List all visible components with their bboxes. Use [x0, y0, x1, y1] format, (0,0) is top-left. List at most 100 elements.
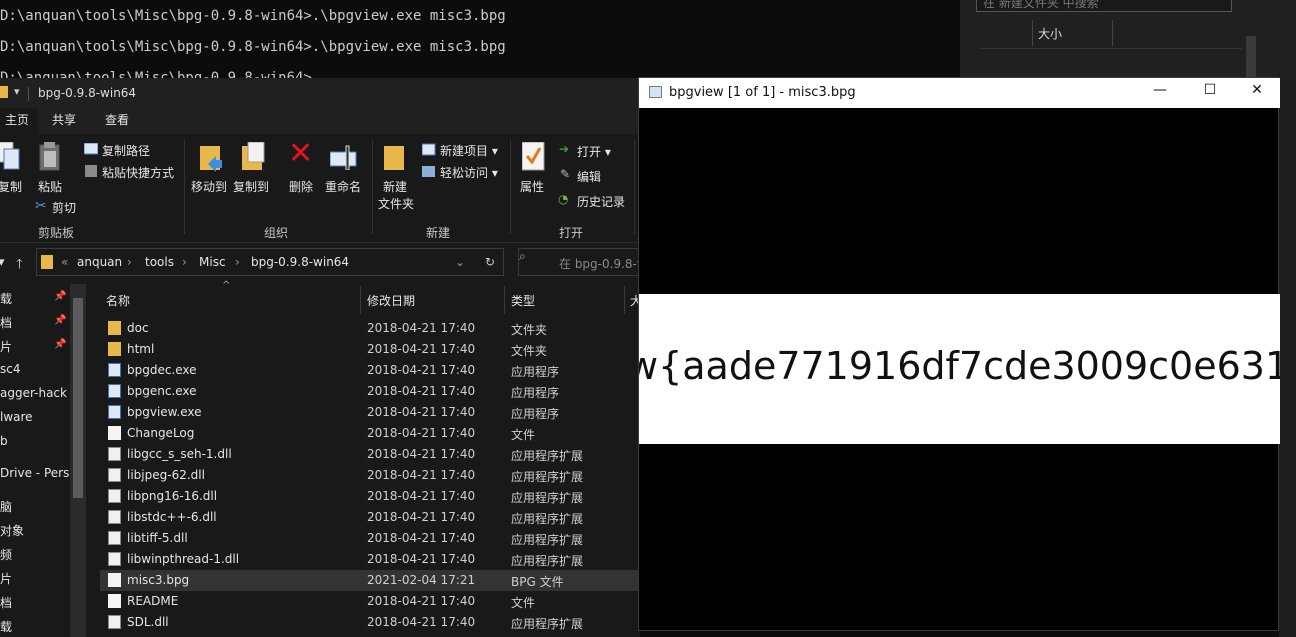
column-separator[interactable] [360, 286, 361, 314]
file-date: 2018-04-21 17:40 [367, 489, 476, 503]
up-arrow-icon[interactable]: 🡑 [16, 255, 23, 277]
background-search-input[interactable]: 在 新建文件夹 中搜索 [976, 0, 1232, 12]
paste-button[interactable]: 粘贴 [38, 178, 62, 195]
file-type: 应用程序扩展 [511, 554, 584, 568]
sidebar-item[interactable]: 载 [0, 290, 12, 307]
search-input[interactable]: ⌕ 在 bpg-0.9.8-win64 中搜索 [518, 248, 713, 276]
scissors-icon: ✂ [35, 198, 47, 214]
file-date: 2018-04-21 17:40 [367, 531, 476, 545]
file-row[interactable]: libpng16-16.dll 2018-04-21 17:40 应用程序扩展 [100, 486, 640, 507]
sidebar-item[interactable]: b [0, 434, 8, 448]
chevron-down-icon[interactable]: ⌄ [455, 255, 465, 269]
copy-button[interactable]: 复制 [0, 178, 22, 195]
chevron-right-icon[interactable]: › [235, 255, 240, 269]
file-row[interactable]: ChangeLog 2018-04-21 17:40 文件 [100, 423, 640, 444]
file-row[interactable]: libwinpthread-1.dll 2018-04-21 17:40 应用程… [100, 549, 640, 570]
column-separator[interactable] [624, 286, 625, 314]
sidebar-item[interactable]: lware [0, 410, 33, 424]
column-type[interactable]: 类型 [511, 292, 535, 309]
edit-button[interactable]: 编辑 [577, 168, 601, 185]
file-type: 应用程序扩展 [511, 449, 584, 463]
file-name: ChangeLog [127, 426, 195, 440]
explorer-titlebar[interactable]: ▾ bpg-0.9.8-win64 [0, 78, 640, 108]
maximize-button[interactable]: ☐ [1195, 82, 1225, 98]
file-row[interactable]: SDL.dll 2018-04-21 17:40 应用程序扩展 [100, 612, 640, 633]
sidebar-item[interactable]: 载 [0, 618, 12, 635]
tab-home[interactable]: 主页 [0, 108, 38, 134]
file-row[interactable]: bpgview.exe 2018-04-21 17:40 应用程序 [100, 402, 640, 423]
pin-icon: 📌 [54, 339, 67, 350]
file-row[interactable]: libstdc++-6.dll 2018-04-21 17:40 应用程序扩展 [100, 507, 640, 528]
sidebar-item[interactable]: Drive - Perso [0, 466, 77, 480]
breadcrumb-item[interactable]: Misc [199, 255, 226, 269]
navigation-bar: ▾ 🡑 « anquan › tools › Misc › bpg-0.9.8-… [0, 248, 713, 278]
move-to-button[interactable]: 移动到 [191, 178, 227, 195]
file-row[interactable]: libjpeg-62.dll 2018-04-21 17:40 应用程序扩展 [100, 465, 640, 486]
history-button[interactable]: 历史记录 [577, 193, 625, 210]
minimize-button[interactable]: — [1145, 82, 1175, 98]
sidebar-item[interactable]: 脑 [0, 498, 12, 515]
breadcrumb-item[interactable]: bpg-0.9.8-win64 [251, 255, 349, 269]
address-bar[interactable]: « anquan › tools › Misc › bpg-0.9.8-win6… [36, 248, 504, 276]
sidebar-item[interactable]: 档 [0, 594, 12, 611]
refresh-icon[interactable]: ↻ [485, 255, 495, 269]
file-type: 应用程序 [511, 407, 560, 421]
file-type: 应用程序扩展 [511, 533, 584, 547]
file-row[interactable]: libgcc_s_seh-1.dll 2018-04-21 17:40 应用程序… [100, 444, 640, 465]
copy-path-icon [84, 143, 98, 155]
sidebar-scrollbar-thumb[interactable] [73, 298, 83, 498]
column-separator [1032, 20, 1033, 46]
sidebar-item[interactable]: sc4 [0, 362, 20, 376]
quick-access-dropdown-icon[interactable]: ▾ [14, 85, 20, 98]
new-folder-button-line2[interactable]: 文件夹 [378, 195, 414, 212]
navigation-pane: 载 📌 档 📌 片 📌 sc4 agger-hack lware b Drive… [0, 284, 86, 637]
copy-to-button[interactable]: 复制到 [233, 178, 269, 195]
breadcrumb-overflow[interactable]: « [61, 255, 68, 269]
file-row[interactable]: README 2018-04-21 17:40 文件 [100, 591, 640, 612]
sidebar-item[interactable]: 频 [0, 546, 12, 563]
bpgview-titlebar[interactable]: bpgview [1 of 1] - misc3.bpg — ☐ ✕ [639, 78, 1280, 108]
cut-button[interactable]: 剪切 [52, 199, 76, 216]
rename-button[interactable]: 重命名 [325, 178, 361, 195]
tab-view[interactable]: 查看 [105, 108, 129, 134]
chevron-down-icon[interactable]: ▾ [0, 255, 5, 270]
background-scrollbar[interactable] [1246, 36, 1256, 80]
delete-button[interactable]: 删除 [289, 178, 313, 195]
column-separator[interactable] [504, 286, 505, 314]
sidebar-item[interactable]: 对象 [0, 522, 24, 539]
column-name[interactable]: 名称 [106, 292, 130, 309]
file-name: libpng16-16.dll [127, 489, 218, 503]
close-button[interactable]: ✕ [1242, 82, 1272, 98]
column-date[interactable]: 修改日期 [367, 292, 415, 309]
file-row[interactable]: html 2018-04-21 17:40 文件夹 [100, 339, 640, 360]
file-row[interactable]: bpgenc.exe 2018-04-21 17:40 应用程序 [100, 381, 640, 402]
image-text: w{aade771916df7cde3009c0e631f [639, 344, 1280, 388]
group-label-new: 新建 [426, 226, 451, 240]
sidebar-item[interactable]: 片 [0, 338, 12, 355]
file-row-selected[interactable]: misc3.bpg 2021-02-04 17:21 BPG 文件 [100, 570, 640, 591]
file-row[interactable]: libtiff-5.dll 2018-04-21 17:40 应用程序扩展 [100, 528, 640, 549]
open-button[interactable]: 打开 ▾ [577, 143, 611, 160]
sidebar-item[interactable]: agger-hack [0, 386, 67, 400]
chevron-right-icon[interactable]: › [127, 255, 132, 269]
breadcrumb-item[interactable]: tools [145, 255, 174, 269]
copy-path-button[interactable]: 复制路径 [102, 142, 150, 159]
group-label-organize: 组织 [264, 226, 289, 240]
properties-button[interactable]: 属性 [520, 178, 544, 195]
sidebar-item[interactable]: 档 [0, 314, 12, 331]
breadcrumb-item[interactable]: anquan [77, 255, 122, 269]
file-row[interactable]: doc 2018-04-21 17:40 文件夹 [100, 318, 640, 339]
column-size[interactable]: 大小 [1038, 25, 1062, 42]
sidebar-item[interactable]: 片 [0, 570, 12, 587]
app-icon [649, 86, 662, 98]
pin-icon: 📌 [54, 291, 67, 302]
chevron-right-icon[interactable]: › [182, 255, 187, 269]
file-type: 应用程序扩展 [511, 491, 584, 505]
folder-icon [0, 86, 8, 98]
paste-shortcut-button[interactable]: 粘贴快捷方式 [102, 164, 174, 181]
tab-share[interactable]: 共享 [52, 108, 76, 134]
new-folder-button[interactable]: 新建 [383, 178, 407, 195]
file-row[interactable]: bpgdec.exe 2018-04-21 17:40 应用程序 [100, 360, 640, 381]
new-item-button[interactable]: 新建项目 ▾ [440, 142, 498, 159]
easy-access-button[interactable]: 轻松访问 ▾ [440, 164, 498, 181]
